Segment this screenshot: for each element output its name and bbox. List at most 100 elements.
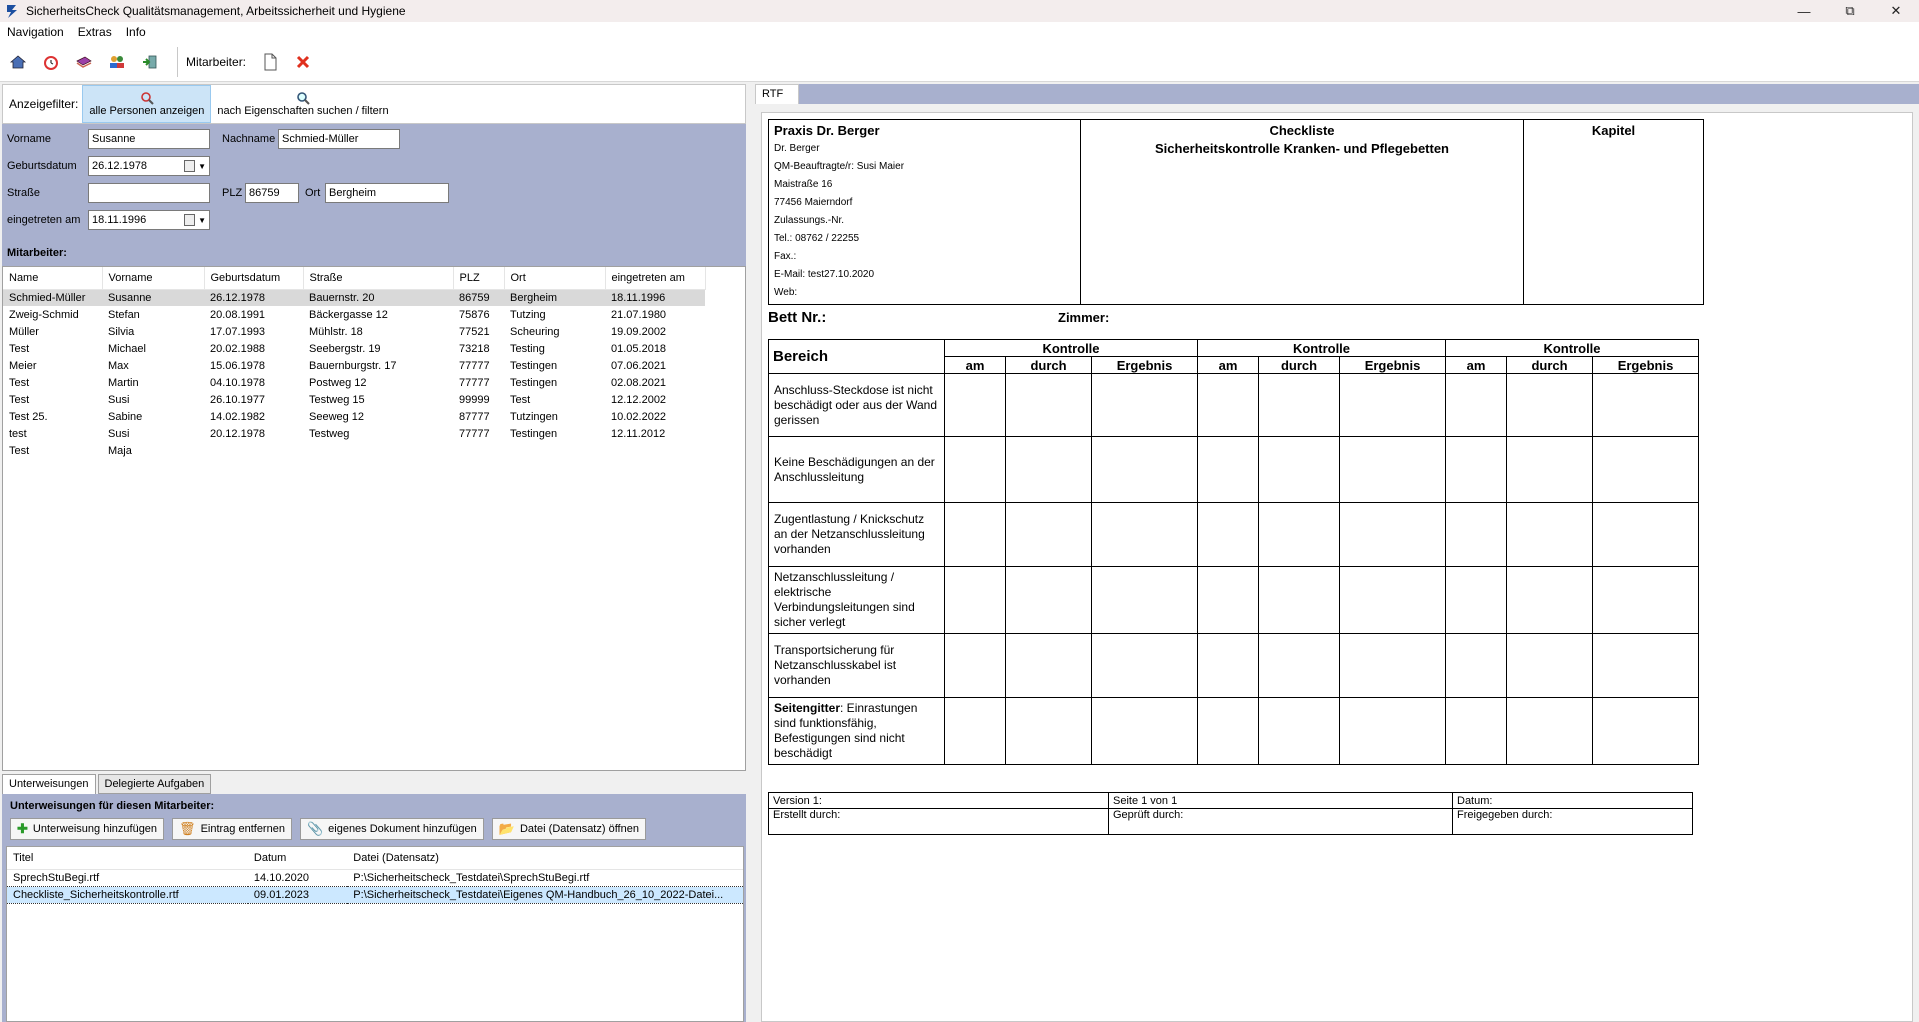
menu-navigation[interactable]: Navigation xyxy=(0,25,71,39)
col-datei[interactable]: Datei (Datensatz) xyxy=(347,847,743,870)
minimize-button[interactable]: — xyxy=(1781,0,1827,22)
checklist-empty-cell[interactable] xyxy=(1005,697,1092,765)
new-document-button[interactable] xyxy=(255,47,285,77)
checklist-empty-cell[interactable] xyxy=(1258,436,1340,503)
col-titel[interactable]: Titel xyxy=(7,847,248,870)
checklist-empty-cell[interactable] xyxy=(1258,697,1340,765)
menu-info[interactable]: Info xyxy=(119,25,153,39)
column-header[interactable]: Straße xyxy=(303,267,454,290)
table-row[interactable]: Meier Max 15.06.1978 Bauernburgstr. 17 77777… xyxy=(3,357,705,374)
checklist-empty-cell[interactable] xyxy=(1339,502,1446,567)
column-header[interactable]: eingetreten am xyxy=(605,267,706,290)
table-row[interactable]: Test Susi 26.10.1977 Testweg 15 99999 Test 12.… xyxy=(3,391,705,408)
checklist-empty-cell[interactable] xyxy=(1197,502,1259,567)
table-row[interactable]: Test Michael 20.02.1988 Seebergstr. 19 73218… xyxy=(3,340,705,357)
geburtsdatum-picker[interactable]: 26.12.1978 ▼ xyxy=(88,156,210,176)
exit-button[interactable] xyxy=(135,47,165,77)
tab-rtf[interactable]: RTF xyxy=(755,84,799,104)
checklist-empty-cell[interactable] xyxy=(1258,566,1340,634)
checklist-empty-cell[interactable] xyxy=(1506,566,1593,634)
checklist-empty-cell[interactable] xyxy=(1445,697,1507,765)
ort-field[interactable] xyxy=(325,183,449,203)
table-row[interactable]: Test Martin 04.10.1978 Postweg 12 77777 Testi… xyxy=(3,374,705,391)
column-header[interactable]: Vorname xyxy=(102,267,205,290)
column-header[interactable]: Name xyxy=(3,267,103,290)
checklist-empty-cell[interactable] xyxy=(1506,633,1593,698)
table-row[interactable]: test Susi 20.12.1978 Testweg 77777 Testingen 1… xyxy=(3,425,705,442)
checklist-empty-cell[interactable] xyxy=(1339,436,1446,503)
checklist-empty-cell[interactable] xyxy=(1506,502,1593,567)
add-own-document-button[interactable]: 📎 eigenes Dokument hinzufügen xyxy=(299,818,484,840)
tab-unterweisungen[interactable]: Unterweisungen xyxy=(2,774,96,794)
table-row[interactable]: Test Maja xyxy=(3,442,705,459)
remove-entry-button[interactable]: 🗑 Eintrag entfernen xyxy=(172,818,292,840)
menu-extras[interactable]: Extras xyxy=(71,25,119,39)
tab-delegierte-aufgaben[interactable]: Delegierte Aufgaben xyxy=(97,774,212,794)
table-row-selected[interactable]: Schmied-Müller Susanne 26.12.1978 Bauernstr… xyxy=(3,289,705,306)
checklist-empty-cell[interactable] xyxy=(1197,633,1259,698)
checklist-empty-cell[interactable] xyxy=(1005,566,1092,634)
checklist-empty-cell[interactable] xyxy=(1339,566,1446,634)
checklist-empty-cell[interactable] xyxy=(1091,373,1198,437)
alarm-button[interactable] xyxy=(36,47,66,77)
checklist-empty-cell[interactable] xyxy=(1592,373,1699,437)
column-header[interactable]: PLZ xyxy=(453,267,505,290)
checklist-empty-cell[interactable] xyxy=(1258,633,1340,698)
table-row[interactable]: Zweig-Schmid Stefan 20.08.1991 Bäckergasse … xyxy=(3,306,705,323)
checklist-empty-cell[interactable] xyxy=(1091,436,1198,503)
table-row[interactable]: Test 25. Sabine 14.02.1982 Seeweg 12 87777 Tu… xyxy=(3,408,705,425)
checklist-empty-cell[interactable] xyxy=(1091,566,1198,634)
search-filter-button[interactable]: nach Eigenschaften suchen / filtern xyxy=(211,85,394,123)
checklist-empty-cell[interactable] xyxy=(1005,502,1092,567)
checklist-empty-cell[interactable] xyxy=(944,566,1006,634)
checklist-empty-cell[interactable] xyxy=(1091,697,1198,765)
checklist-empty-cell[interactable] xyxy=(1506,373,1593,437)
checklist-empty-cell[interactable] xyxy=(1091,502,1198,567)
checklist-empty-cell[interactable] xyxy=(1592,697,1699,765)
checklist-empty-cell[interactable] xyxy=(1592,436,1699,503)
strasse-field[interactable] xyxy=(88,183,210,203)
home-button[interactable] xyxy=(3,47,33,77)
checklist-empty-cell[interactable] xyxy=(944,697,1006,765)
checklist-empty-cell[interactable] xyxy=(1339,633,1446,698)
checklist-empty-cell[interactable] xyxy=(1506,436,1593,503)
col-datum[interactable]: Datum xyxy=(247,847,348,870)
checklist-empty-cell[interactable] xyxy=(1445,373,1507,437)
checklist-empty-cell[interactable] xyxy=(944,633,1006,698)
checklist-empty-cell[interactable] xyxy=(1339,373,1446,437)
checklist-empty-cell[interactable] xyxy=(1005,373,1092,437)
restore-button[interactable]: ⧉ xyxy=(1827,0,1873,22)
checklist-empty-cell[interactable] xyxy=(1258,502,1340,567)
table-row[interactable]: Müller Silvia 17.07.1993 Mühlstr. 18 77521 Sc… xyxy=(3,323,705,340)
checklist-empty-cell[interactable] xyxy=(1445,502,1507,567)
checklist-empty-cell[interactable] xyxy=(1197,436,1259,503)
show-all-persons-button[interactable]: alle Personen anzeigen xyxy=(82,85,212,123)
eingetreten-picker[interactable]: 18.11.1996 ▼ xyxy=(88,210,210,230)
checklist-empty-cell[interactable] xyxy=(1197,697,1259,765)
delete-button[interactable] xyxy=(288,47,318,77)
checklist-empty-cell[interactable] xyxy=(944,502,1006,567)
checklist-empty-cell[interactable] xyxy=(1339,697,1446,765)
close-window-button[interactable]: ✕ xyxy=(1873,0,1919,22)
checklist-empty-cell[interactable] xyxy=(1197,373,1259,437)
column-header[interactable]: Ort xyxy=(504,267,606,290)
plz-field[interactable] xyxy=(245,183,299,203)
table-row[interactable]: SprechStuBegi.rtf 14.10.2020 P:\Sicherhe… xyxy=(7,869,743,886)
nachname-field[interactable] xyxy=(278,129,400,149)
checklist-empty-cell[interactable] xyxy=(1258,373,1340,437)
table-row-selected[interactable]: Checkliste_Sicherheitskontrolle.rtf 09.0… xyxy=(7,885,743,904)
checklist-empty-cell[interactable] xyxy=(1091,633,1198,698)
checklist-empty-cell[interactable] xyxy=(1592,633,1699,698)
checklist-empty-cell[interactable] xyxy=(1197,566,1259,634)
people-button[interactable] xyxy=(102,47,132,77)
checklist-empty-cell[interactable] xyxy=(1592,502,1699,567)
books-button[interactable] xyxy=(69,47,99,77)
checklist-empty-cell[interactable] xyxy=(944,373,1006,437)
open-file-button[interactable]: 📂 Datei (Datensatz) öffnen xyxy=(491,818,646,840)
checklist-empty-cell[interactable] xyxy=(1506,697,1593,765)
checklist-empty-cell[interactable] xyxy=(1005,436,1092,503)
checklist-empty-cell[interactable] xyxy=(944,436,1006,503)
checklist-empty-cell[interactable] xyxy=(1445,566,1507,634)
checklist-empty-cell[interactable] xyxy=(1005,633,1092,698)
checklist-empty-cell[interactable] xyxy=(1445,633,1507,698)
